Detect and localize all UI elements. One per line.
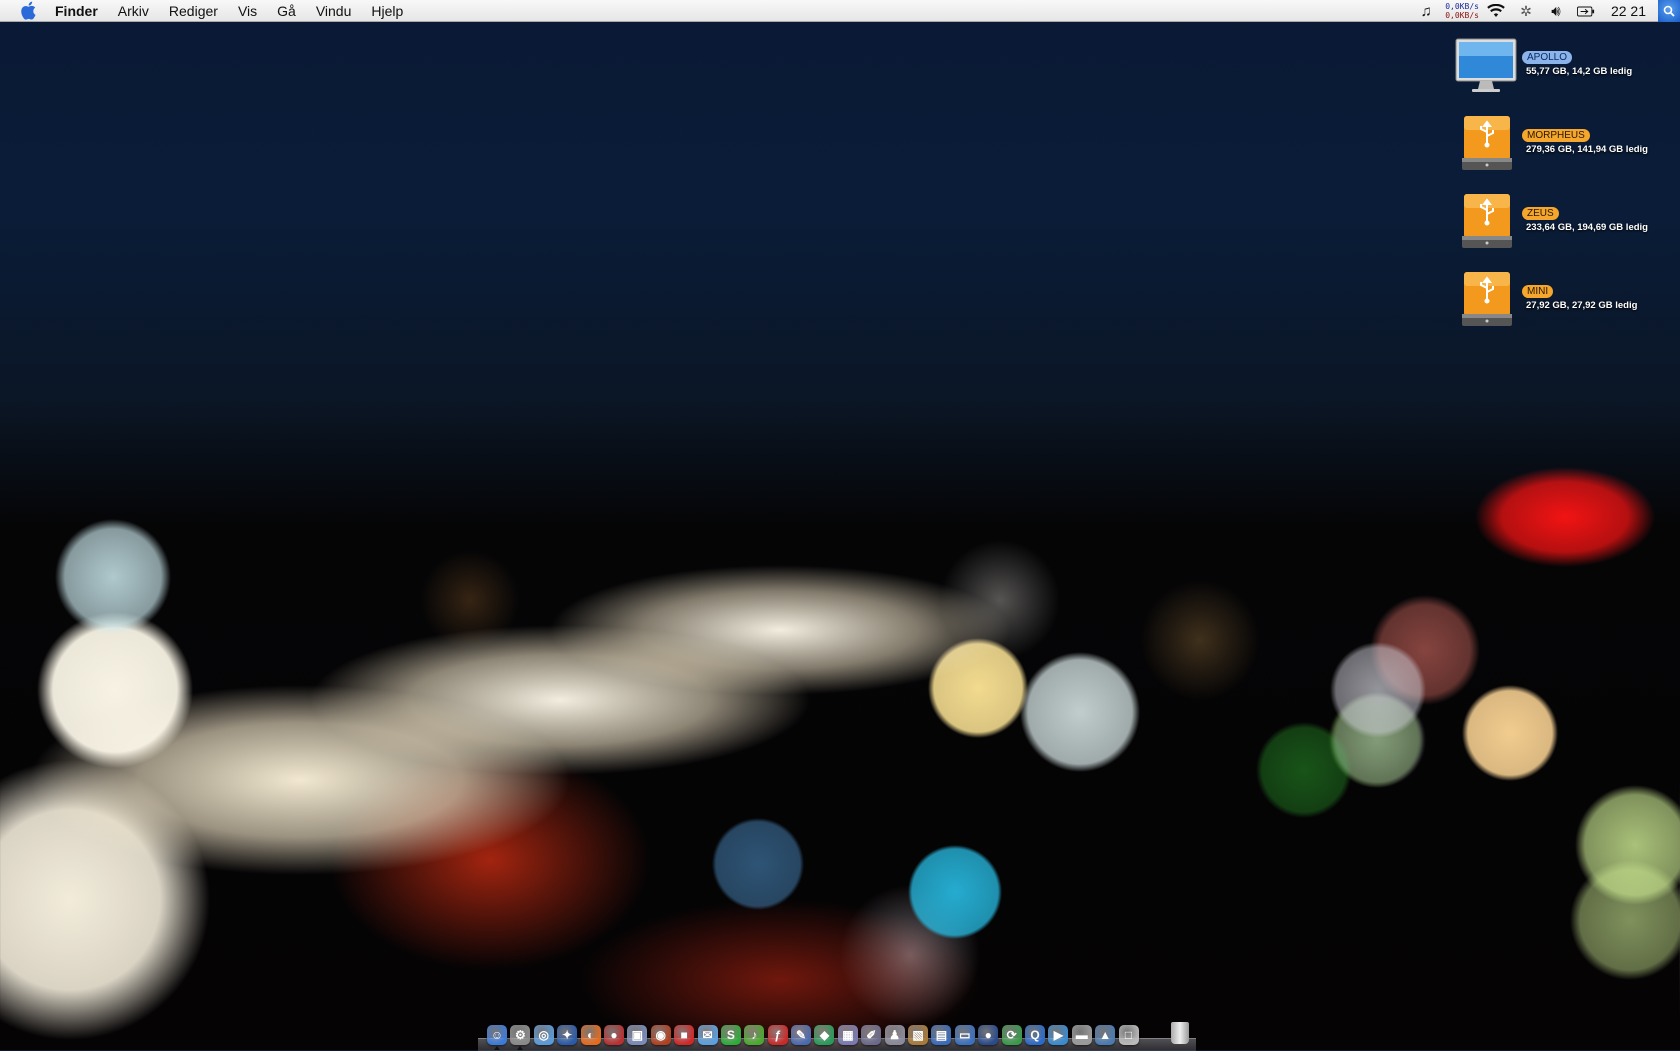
menu-ga[interactable]: Gå (277, 3, 296, 19)
dock-itunes-icon[interactable]: ♪ (744, 1025, 765, 1045)
wifi-icon[interactable] (1487, 2, 1505, 20)
volume-info: 55,77 GB, 14,2 GB ledig (1526, 66, 1633, 77)
dock-ichat-icon[interactable]: ✉ (697, 1025, 718, 1045)
dock-cyberduck-icon[interactable]: ● (978, 1025, 999, 1045)
dock-preview-icon[interactable]: ▣ (627, 1025, 648, 1045)
dock-address-book-icon[interactable]: ▭ (954, 1025, 975, 1045)
volume-name: ZEUS (1522, 207, 1559, 220)
dock-firefox-icon[interactable]: ◐ (580, 1025, 601, 1045)
dock-calendar-icon[interactable]: ▤ (931, 1025, 952, 1045)
dock-iphoto-icon[interactable]: ▧ (908, 1025, 929, 1045)
dock-finder-icon[interactable]: ☺ (487, 1025, 507, 1050)
dock-transmission-icon[interactable]: ◉ (650, 1025, 671, 1045)
dock-skype-icon[interactable]: S (720, 1025, 741, 1045)
network-down-speed: 0,0KB/s (1445, 11, 1479, 20)
dock-lock-icon[interactable]: ■ (674, 1025, 695, 1045)
dock-activity-monitor-icon[interactable]: ▲ (1095, 1025, 1116, 1045)
trash-icon[interactable] (1171, 1022, 1189, 1044)
volume-info: 279,36 GB, 141,94 GB ledig (1526, 144, 1648, 155)
bluetooth-icon[interactable]: ✲ (1517, 2, 1535, 20)
menu-hjelp[interactable]: Hjelp (371, 3, 403, 19)
volume-name: APOLLO (1522, 51, 1573, 64)
usb-drive-icon (1462, 194, 1512, 248)
spotlight-icon[interactable] (1658, 0, 1680, 22)
dock-flash-icon[interactable]: ƒ (767, 1025, 788, 1045)
volume-name: MORPHEUS (1522, 129, 1590, 142)
dock-sync-icon[interactable]: ⟳ (1001, 1025, 1022, 1045)
desktop-volume-morpheus[interactable]: MORPHEUS 279,36 GB, 141,94 GB ledig (1454, 114, 1674, 180)
dock-dashboard-icon[interactable]: ✦ (557, 1025, 578, 1045)
dock-media-player-icon[interactable]: ▶ (1048, 1025, 1069, 1045)
desktop-volume-apollo[interactable]: APOLLO 55,77 GB, 14,2 GB ledig (1454, 36, 1674, 102)
menu-vis[interactable]: Vis (238, 3, 257, 19)
dock-flock-icon[interactable]: ● (603, 1025, 624, 1045)
menu-arkiv[interactable]: Arkiv (118, 3, 149, 19)
network-up-speed: 0,0KB/s (1445, 2, 1479, 11)
status-area: ♫ 0,0KB/s 0,0KB/s ✲ 🔊︎ 22 21 (1417, 0, 1680, 22)
menu-clock[interactable]: 22 21 (1611, 3, 1646, 19)
menu-bar: Finder Arkiv Rediger Vis Gå Vindu Hjelp … (0, 0, 1680, 22)
desktop-volume-zeus[interactable]: ZEUS 233,64 GB, 194,69 GB ledig (1454, 192, 1674, 258)
dock-package-icon[interactable]: ▦ (837, 1025, 858, 1045)
music-note-icon[interactable]: ♫ (1417, 2, 1435, 20)
volume-info: 27,92 GB, 27,92 GB ledig (1526, 300, 1638, 311)
dock-textedit-icon[interactable]: ✎ (791, 1025, 812, 1045)
dock-script-editor-icon[interactable]: ✐ (861, 1025, 882, 1045)
menu-app-name[interactable]: Finder (55, 3, 98, 19)
dock-dreamweaver-icon[interactable]: ◆ (814, 1025, 835, 1045)
volume-icon[interactable]: 🔊︎ (1547, 2, 1565, 20)
usb-drive-icon (1462, 272, 1512, 326)
volume-name: MINI (1522, 285, 1554, 298)
dock-system-preferences-icon[interactable]: ⚙ (510, 1025, 531, 1050)
volume-info: 233,64 GB, 194,69 GB ledig (1526, 222, 1648, 233)
battery-icon[interactable] (1576, 2, 1595, 20)
network-monitor[interactable]: 0,0KB/s 0,0KB/s (1445, 2, 1479, 20)
dock: ☺ ⚙ ◎ ✦ ◐ ● ▣ ◉ ■ ✉ S ♪ ƒ ✎ ◆ ▦ ✐ ♟ ▧ ▤ ▭ ● ⟳ Q ▶ ▬ ▲ □ (487, 1020, 1189, 1050)
dock-quicktime-icon[interactable]: Q (1024, 1025, 1045, 1045)
dock-automator-icon[interactable]: ♟ (884, 1025, 905, 1045)
menu-vindu[interactable]: Vindu (316, 3, 352, 19)
monitor-icon (1455, 38, 1517, 92)
dock-safari-icon[interactable]: ◎ (533, 1025, 554, 1045)
desktop-volume-mini[interactable]: MINI 27,92 GB, 27,92 GB ledig (1454, 270, 1674, 336)
apple-menu-icon[interactable] (19, 1, 37, 20)
dock-hard-disk-icon[interactable]: ▬ (1071, 1025, 1092, 1045)
usb-drive-icon (1462, 116, 1512, 170)
menu-rediger[interactable]: Rediger (169, 3, 218, 19)
dock-boot-camp-icon[interactable]: □ (1118, 1025, 1139, 1045)
